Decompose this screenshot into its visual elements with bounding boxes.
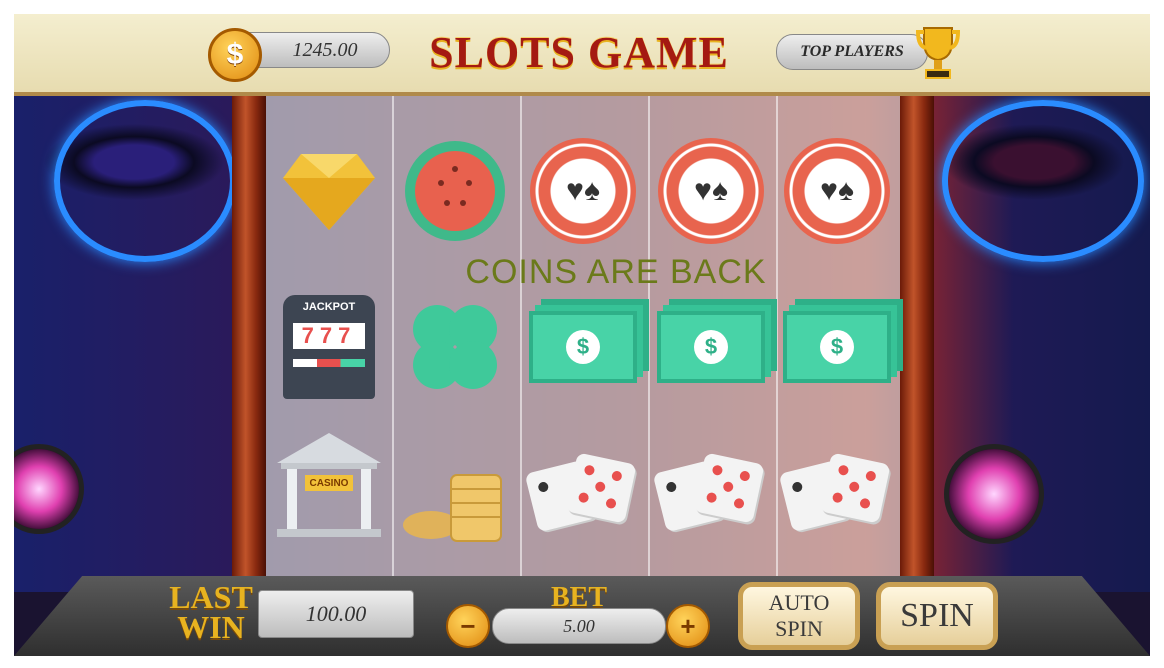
spin-button[interactable]: SPIN [876,582,998,650]
bet-display: 5.00 [492,608,666,644]
watermelon-icon [400,136,510,246]
poker-chip-icon: ♥♠ [528,136,638,246]
bet-decrease-button[interactable]: − [446,604,490,648]
trophy-icon[interactable] [915,24,961,82]
cash-stack-icon: $ [656,292,766,402]
reel-window[interactable]: ♥♠ ♥♠ ♥♠ COINS ARE BACK JACKPOT 777 $ $ … [266,92,900,592]
cash-stack-icon: $ [528,292,638,402]
neon-ring-right [942,100,1144,262]
diamond-icon [274,136,384,246]
dice-icon [524,440,638,550]
game-title: SLOTS GAME [429,27,729,77]
gold-coins-icon [400,452,510,562]
coins-are-back-marquee: COINS ARE BACK [465,252,767,291]
last-win-display: 100.00 [258,590,414,638]
casino-sign: CASINO [305,475,353,491]
dice-icon [778,440,892,550]
reel-divider [648,92,650,592]
reel-divider [392,92,394,592]
disco-light-right [944,444,1044,544]
auto-spin-button[interactable]: AUTO SPIN [738,582,860,650]
reel-divider [520,92,522,592]
coin-icon: $ [208,28,262,82]
header-bar: $ 1245.00 SLOTS GAME TOP PLAYERS [14,14,1150,96]
casino-building-icon: CASINO [274,430,384,540]
cash-stack-icon: $ [782,292,892,402]
reel-pillar-left [232,92,266,592]
balance-display: 1245.00 [240,32,390,68]
poker-chip-icon: ♥♠ [656,136,766,246]
auto-spin-label-line1: AUTO [768,590,830,615]
dice-icon [652,440,766,550]
game-frame: ♥♠ ♥♠ ♥♠ COINS ARE BACK JACKPOT 777 $ $ … [14,14,1150,656]
neon-ring-left [54,100,236,262]
poker-chip-icon: ♥♠ [782,136,892,246]
jackpot-machine-icon: JACKPOT 777 [274,292,384,402]
top-players-button[interactable]: TOP PLAYERS [776,34,928,70]
last-win-label-line2: WIN [177,609,245,645]
bet-increase-button[interactable]: + [666,604,710,648]
auto-spin-label-line2: SPIN [775,616,823,641]
clover-icon [400,292,510,402]
jackpot-label: JACKPOT [302,301,356,313]
last-win-label: LAST WIN [166,579,256,645]
jackpot-digits: 777 [293,323,365,349]
reel-pillar-right [900,92,934,592]
reel-divider [776,92,778,592]
last-win-label-line1: LAST [169,579,253,615]
